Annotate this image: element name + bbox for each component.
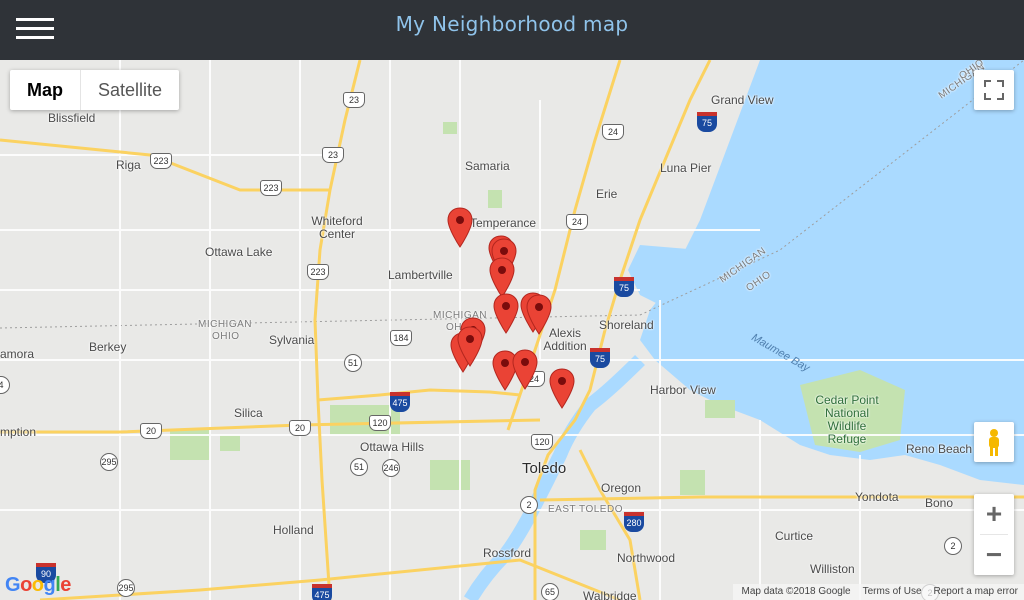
place-label: Rossford: [483, 546, 532, 560]
highway-23: [313, 60, 362, 600]
route-shield: 295: [117, 579, 135, 597]
street-view-pegman-icon: [989, 429, 999, 456]
route-shield: 65: [541, 583, 559, 600]
place-label: Reno Beach: [906, 442, 973, 456]
place-label: Holland: [273, 523, 314, 537]
route-shield: 20: [140, 423, 162, 439]
place-label: Whiteford Center: [311, 214, 363, 241]
place-label: Riga: [116, 158, 141, 172]
place-label: Yondota: [855, 490, 899, 504]
interstate-shield: 75: [614, 277, 634, 297]
route-shield: 120: [531, 434, 553, 450]
place-label: Sylvania: [269, 333, 315, 347]
route-shield: 223: [150, 153, 172, 169]
route-shield: 2: [520, 496, 538, 514]
place-label: Toledo: [522, 460, 567, 477]
place-label: Blissfield: [48, 111, 96, 125]
state-label: MICHIGAN: [198, 319, 252, 330]
interstate-shield: 280: [624, 512, 644, 532]
zoom-out-button[interactable]: −: [974, 535, 1014, 575]
place-label: Ottawa Lake: [205, 245, 273, 259]
map-attribution: Map data ©2018 Google Terms of Use Repor…: [733, 584, 1024, 600]
route-shield: 24: [566, 214, 588, 230]
park-label: Cedar Point National Wildlife Refuge: [815, 393, 879, 446]
interstate-shield: 75: [590, 348, 610, 368]
place-label: Harbor View: [650, 383, 716, 397]
place-label: Williston: [810, 562, 855, 576]
page-title: My Neighborhood map: [395, 12, 629, 36]
zoom-in-button[interactable]: +: [974, 494, 1014, 534]
terms-link[interactable]: Terms of Use: [863, 584, 922, 600]
route-shield: 20: [289, 420, 311, 436]
place-label: EAST TOLEDO: [548, 504, 623, 515]
route-shield: 184: [390, 330, 412, 346]
place-label: Luna Pier: [660, 161, 712, 175]
place-label: Erie: [596, 187, 618, 201]
place-label: Silica: [234, 406, 263, 420]
place-label: Bono: [925, 496, 954, 510]
interstate-shield: 475: [312, 584, 332, 600]
map-type-satellite-button[interactable]: Satellite: [81, 70, 179, 110]
place-label: Curtice: [775, 529, 814, 543]
route-shield: 295: [100, 453, 118, 471]
route-shield: 246: [382, 459, 400, 477]
map-type-map-button[interactable]: Map: [10, 70, 81, 110]
route-shield: 120: [369, 415, 391, 431]
place-label: amora: [0, 347, 35, 361]
interstate-shield: 75: [697, 112, 717, 132]
place-label: mption: [0, 425, 37, 439]
route-shield: 2: [944, 537, 962, 555]
app-header: My Neighborhood map: [0, 0, 1024, 60]
zoom-control: + −: [974, 494, 1014, 575]
place-label: Oregon: [601, 481, 642, 495]
place-label: Shoreland: [599, 318, 654, 332]
place-label: Temperance: [470, 216, 537, 230]
route-shield: 51: [350, 458, 368, 476]
state-label: OHIO: [212, 331, 240, 342]
route-shield: 223: [307, 264, 329, 280]
highway-475: [317, 388, 521, 402]
interstate-shield: 475: [390, 392, 410, 412]
map-type-control: Map Satellite: [10, 70, 180, 110]
place-label: Samaria: [465, 159, 510, 173]
place-label: Grand View: [711, 93, 774, 107]
route-shield: 24: [602, 124, 624, 140]
route-shield: 51: [344, 354, 362, 372]
route-shield: 23: [322, 147, 344, 163]
report-error-link[interactable]: Report a map error: [934, 584, 1018, 600]
google-logo: Google: [5, 574, 71, 596]
map-data-text: Map data ©2018 Google: [741, 586, 851, 597]
route-shield: 23: [343, 92, 365, 108]
place-label: Ottawa Hills: [360, 440, 425, 454]
place-label: Berkey: [89, 340, 127, 354]
place-label: Lambertville: [388, 268, 453, 282]
place-label: Northwood: [617, 551, 676, 565]
street-view-button[interactable]: [974, 422, 1014, 462]
map-canvas[interactable]: MICHIGAN OHIO MICHIGAN OHIO MICHIGAN OHI…: [0, 60, 1024, 600]
place-label: Walbridge: [583, 589, 637, 600]
fullscreen-icon: [984, 80, 1004, 100]
fullscreen-button[interactable]: [974, 70, 1014, 110]
route-shield: 223: [260, 180, 282, 196]
